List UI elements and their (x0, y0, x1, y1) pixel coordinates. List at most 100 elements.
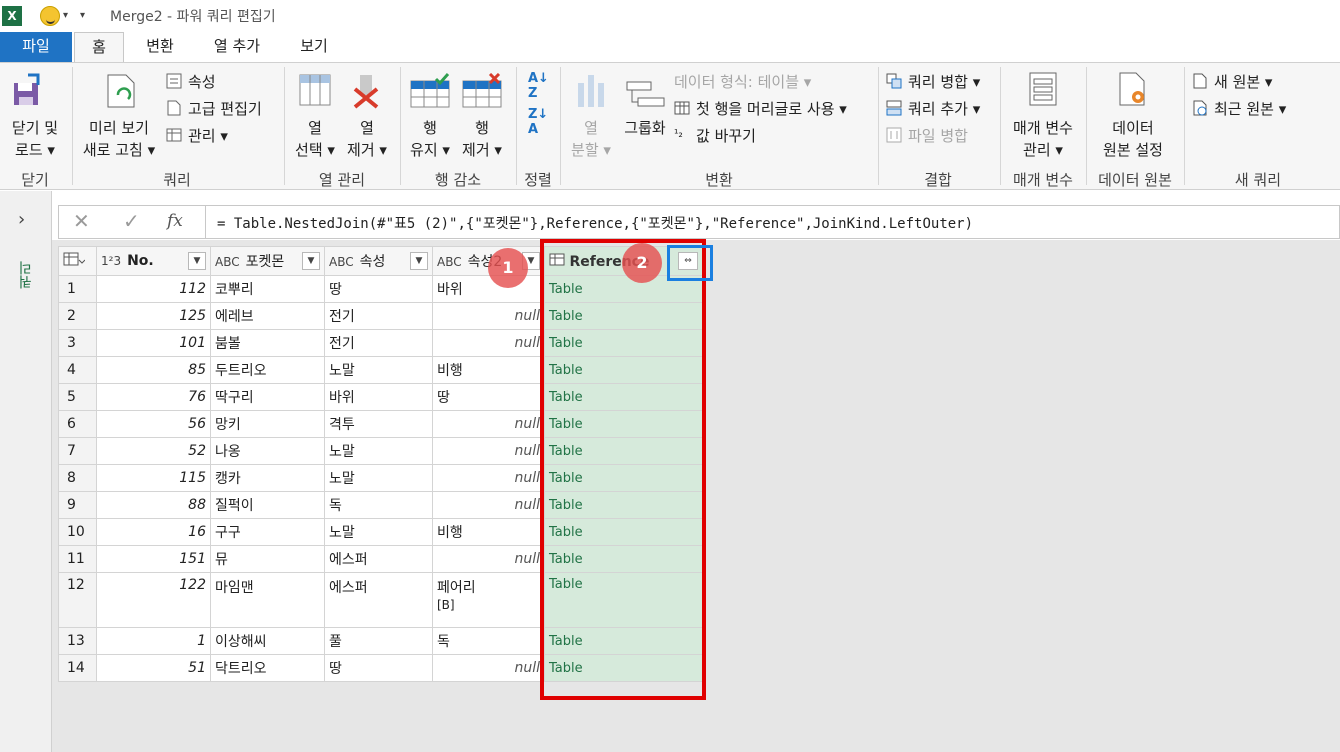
group-label-close: 닫기 (21, 171, 49, 189)
cell-type2: null (432, 464, 545, 492)
formula-input[interactable]: = Table.NestedJoin(#"표5 (2)",{"포켓몬"},Ref… (217, 213, 973, 233)
cell-type2: 바위 (432, 275, 545, 303)
table-select-all-icon[interactable] (58, 246, 97, 276)
group-label-sort: 정렬 (524, 171, 552, 189)
cell-type1: 독 (324, 491, 433, 519)
manage-icon (166, 128, 182, 142)
cell-type1: 전기 (324, 329, 433, 357)
cell-type2: null (432, 410, 545, 438)
tab-file[interactable]: 파일 (0, 32, 72, 62)
cell-type2: null (432, 437, 545, 465)
smiley-icon[interactable] (40, 6, 60, 26)
divider (72, 67, 73, 185)
column-header-type1[interactable]: ABC 속성 ▼ (324, 246, 433, 276)
highlight-reference-column (540, 239, 706, 700)
cell-no: 101 (96, 329, 211, 357)
replace-values-icon: ¹₂ (674, 127, 683, 140)
cell-pokemon: 캥카 (210, 464, 325, 492)
split-column-icon (578, 75, 604, 107)
cell-type2: 땅 (432, 383, 545, 411)
cell-type2: null (432, 302, 545, 330)
remove-rows-icon (462, 73, 502, 108)
combine-files-icon (886, 127, 902, 143)
cancel-icon[interactable]: ✕ (73, 209, 90, 233)
annotation-badge-1: 1 (488, 248, 528, 288)
row-number: 4 (58, 356, 97, 384)
cell-pokemon: 두트리오 (210, 356, 325, 384)
group-label-combine: 결합 (924, 171, 952, 189)
cell-type1: 노말 (324, 518, 433, 546)
number-type-icon: 1²3 (101, 254, 122, 268)
customize-toolbar-icon[interactable]: ▾ (80, 10, 85, 21)
cell-no: 85 (96, 356, 211, 384)
tab-view[interactable]: 보기 (288, 32, 340, 62)
cell-no: 112 (96, 275, 211, 303)
cell-no: 88 (96, 491, 211, 519)
sort-ascending-icon: A↓ Z (528, 71, 549, 101)
cell-pokemon: 이상해씨 (210, 627, 325, 655)
divider (1086, 67, 1087, 185)
cell-type1: 에스퍼 (324, 572, 433, 628)
commit-icon[interactable]: ✓ (123, 209, 140, 233)
new-source-icon (1193, 73, 1207, 89)
merge-queries-icon (886, 73, 902, 89)
sort-descending-icon: Z↓ A (528, 107, 549, 137)
cell-type2: 페어리 [B] (432, 572, 545, 628)
choose-columns-icon (299, 74, 331, 106)
parameters-icon (1029, 72, 1057, 106)
tab-add-column[interactable]: 열 추가 (200, 32, 274, 62)
window-title: Merge2 - 파워 쿼리 편집기 (110, 9, 276, 25)
cell-type1: 땅 (324, 275, 433, 303)
cell-no: 1 (96, 627, 211, 655)
column-header-no[interactable]: 1²3 No. ▼ (96, 246, 211, 276)
cell-pokemon: 붐볼 (210, 329, 325, 357)
ribbon-tabs: 파일 홈 변환 열 추가 보기 (0, 32, 1340, 62)
cell-type2: null (432, 654, 545, 682)
divider (1000, 67, 1001, 185)
cell-pokemon: 에레브 (210, 302, 325, 330)
excel-icon: X (2, 6, 22, 26)
cell-type1: 노말 (324, 437, 433, 465)
cell-no: 16 (96, 518, 211, 546)
group-by-icon (626, 81, 665, 107)
remove-columns-icon (353, 75, 379, 109)
cell-type1: 에스퍼 (324, 545, 433, 573)
filter-dropdown-icon[interactable]: ▼ (302, 252, 320, 270)
data-source-settings-icon (1119, 72, 1145, 106)
column-header-pokemon[interactable]: ABC 포켓몬 ▼ (210, 246, 325, 276)
table-headers-icon (674, 101, 690, 115)
cell-pokemon: 뮤 (210, 545, 325, 573)
formula-bar: ✕ ✓ fx = Table.NestedJoin(#"표5 (2)",{"포켓… (58, 205, 1340, 239)
filter-dropdown-icon[interactable]: ▼ (188, 252, 206, 270)
row-number: 12 (58, 572, 97, 628)
divider (560, 67, 561, 185)
tab-home[interactable]: 홈 (74, 32, 124, 62)
row-number: 10 (58, 518, 97, 546)
tab-transform[interactable]: 변환 (132, 32, 188, 62)
cell-pokemon: 마임맨 (210, 572, 325, 628)
cell-pokemon: 코뿌리 (210, 275, 325, 303)
recent-sources-icon (1193, 100, 1207, 116)
group-label-query: 쿼리 (163, 171, 191, 189)
row-number: 2 (58, 302, 97, 330)
fx-icon[interactable]: fx (167, 211, 183, 231)
cell-pokemon: 구구 (210, 518, 325, 546)
divider (1184, 67, 1185, 185)
cell-no: 122 (96, 572, 211, 628)
group-label-transform: 변환 (705, 171, 733, 189)
cell-pokemon: 나옹 (210, 437, 325, 465)
cell-no: 151 (96, 545, 211, 573)
chevron-down-icon[interactable]: ▾ (63, 10, 68, 21)
filter-dropdown-icon[interactable]: ▼ (410, 252, 428, 270)
expand-pane-icon[interactable]: › (18, 209, 25, 230)
text-type-icon: ABC (437, 255, 462, 269)
cell-no: 125 (96, 302, 211, 330)
divider (878, 67, 879, 185)
divider (516, 67, 517, 185)
cell-pokemon: 닥트리오 (210, 654, 325, 682)
close-load-icon (14, 73, 40, 105)
keep-rows-icon (410, 73, 450, 108)
queries-pane-label[interactable]: 쿼리 (16, 261, 36, 289)
row-number: 11 (58, 545, 97, 573)
group-label-new-query: 새 쿼리 (1234, 171, 1282, 189)
